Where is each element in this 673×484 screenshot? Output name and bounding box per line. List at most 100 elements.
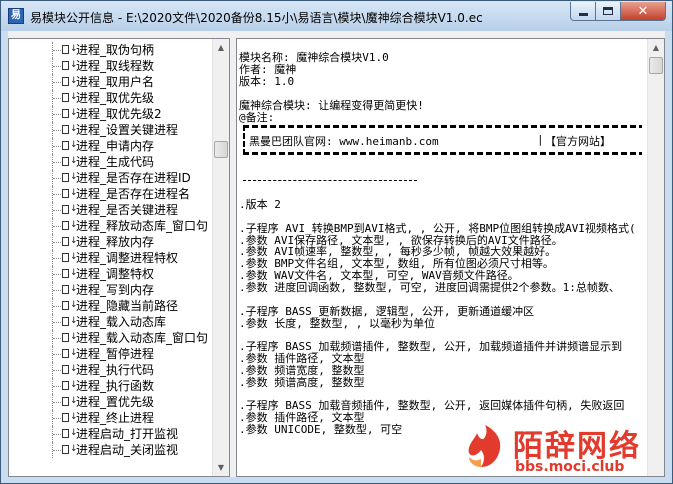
subroutine-icon: ↓ <box>62 364 78 375</box>
tree-item[interactable]: ↓ 进程_是否存在进程名 <box>9 186 212 202</box>
subroutine-icon: ↓ <box>62 108 78 119</box>
tree-item[interactable]: ↓ 进程_载入动态库_窗口句 <box>9 330 212 346</box>
tree-connector <box>53 146 61 147</box>
maximize-icon <box>603 7 613 15</box>
tree-item[interactable]: ↓ 进程_置优先级 <box>9 394 212 410</box>
app-icon: 易 <box>8 8 24 24</box>
tree-item-label: 进程_隐藏当前路径 <box>76 299 179 313</box>
tree-connector <box>53 98 61 99</box>
tree-item-label: 进程_执行函数 <box>76 379 155 393</box>
tree-item[interactable]: ↓ 进程_隐藏当前路径 <box>9 298 212 314</box>
tree-connector <box>53 450 61 451</box>
tree-connector <box>53 242 61 243</box>
tree-item[interactable]: ↓ 进程_执行代码 <box>9 362 212 378</box>
tree-item[interactable]: ↓ 进程启动_打开监视 <box>9 426 212 442</box>
subroutine-icon: ↓ <box>62 44 78 55</box>
tree-item-label: 进程_取线程数 <box>76 59 155 73</box>
tree-item[interactable]: ↓ 进程启动_关闭监视 <box>9 442 212 458</box>
tree-item[interactable]: ↓ 进程_执行函数 <box>9 378 212 394</box>
tree-item-label: 进程_生成代码 <box>76 155 155 169</box>
subroutine-icon: ↓ <box>62 348 78 359</box>
title-bar[interactable]: 易 易模块公开信息 - E:\2020文件\2020备份8.15小\易语言\模块… <box>1 1 672 31</box>
maximize-button[interactable] <box>596 2 621 21</box>
tree-item[interactable]: ↓ 进程_终止进程 <box>9 410 212 426</box>
tree-item[interactable]: ↓ 进程_是否关键进程 <box>9 202 212 218</box>
subroutine-icon: ↓ <box>62 252 78 263</box>
code-line: .参数 进度回调函数, 整数型, 可空, 进度回调需提供2个参数。1:总帧数、 <box>239 281 620 294</box>
minimize-button[interactable] <box>570 2 596 21</box>
subroutine-icon: ↓ <box>62 236 78 247</box>
tree-item[interactable]: ↓ 进程_申请内存 <box>9 138 212 154</box>
tree-item-label: 进程_取用户名 <box>76 75 155 89</box>
main-window: 易 易模块公开信息 - E:\2020文件\2020备份8.15小\易语言\模块… <box>0 0 673 484</box>
tree-connector <box>53 402 61 403</box>
tree-item[interactable]: ↓ 进程_暂停进程 <box>9 346 212 362</box>
tree-connector <box>53 194 61 195</box>
tree-item[interactable]: ↓ 进程_设置关键进程 <box>9 122 212 138</box>
tree-item[interactable]: ↓ 进程_取线程数 <box>9 58 212 74</box>
scroll-down-arrow-icon[interactable]: ▼ <box>213 459 229 476</box>
code-line: .参数 频谱高度, 整数型 <box>239 376 365 389</box>
subroutine-icon: ↓ <box>62 284 78 295</box>
doc-scrollbar[interactable]: ▲ <box>647 39 664 476</box>
subroutine-tree[interactable]: ↓ 进程_取伪句柄 ↓ 进程_取线程数 ↓ 进程_取用户名 ↓ 进程_取优先级 ↓ 进程_取优先级… <box>8 38 230 477</box>
tree-item[interactable]: ↓ 进程_取优先级 <box>9 90 212 106</box>
banner-separator: | <box>537 133 544 146</box>
tree-item-label: 进程_取伪句柄 <box>76 43 155 57</box>
tree-scroll-thumb[interactable] <box>214 141 228 158</box>
tree-item-label: 进程启动_打开监视 <box>76 427 179 441</box>
subroutine-icon: ↓ <box>62 380 78 391</box>
subroutine-icon: ↓ <box>62 268 78 279</box>
tree-item[interactable]: ↓ 进程_取伪句柄 <box>9 42 212 58</box>
subroutine-icon: ↓ <box>62 92 78 103</box>
tree-item[interactable]: ↓ 进程_载入动态库 <box>9 314 212 330</box>
banner-text: 黑曼巴团队官网: www.heimanb.com <box>249 135 439 148</box>
tree-item[interactable]: ↓ 进程_生成代码 <box>9 154 212 170</box>
tree-item[interactable]: ↓ 进程_释放动态库_窗口句 <box>9 218 212 234</box>
tree-item[interactable]: ↓ 进程_释放内存 <box>9 234 212 250</box>
tree-connector <box>53 434 61 435</box>
code-line: .参数 长度, 整数型, , 以毫秒为单位 <box>239 317 435 330</box>
tree-connector <box>53 258 61 259</box>
tree-item-label: 进程_调整进程特权 <box>76 251 179 265</box>
window-title: 易模块公开信息 - E:\2020文件\2020备份8.15小\易语言\模块\魔… <box>30 11 483 25</box>
tree-item[interactable]: ↓ 进程_写到内存 <box>9 282 212 298</box>
watermark-logo-icon <box>468 425 501 467</box>
tree-connector <box>53 210 61 211</box>
tree-item-label: 进程_终止进程 <box>76 411 155 425</box>
tree-item[interactable]: ↓ 进程_调整进程特权 <box>9 250 212 266</box>
subroutine-icon: ↓ <box>62 172 78 183</box>
watermark: 陌辞网络 bbs.moci.club <box>463 423 673 483</box>
scroll-up-arrow-icon[interactable]: ▲ <box>213 39 229 56</box>
module-info-text[interactable]: 黑曼巴团队官网: www.heimanb.com | 【官方网站】 模块名称: … <box>236 38 665 477</box>
tree-item-label: 进程_释放动态库_窗口句 <box>76 219 209 233</box>
divider-rule <box>243 180 417 181</box>
tree-item[interactable]: ↓ 进程_取优先级2 <box>9 106 212 122</box>
tree-connector <box>53 226 61 227</box>
watermark-url: bbs.moci.club <box>515 459 625 475</box>
tree-connector <box>53 370 61 371</box>
tree-item-label: 进程_取优先级2 <box>76 107 162 121</box>
tree-item[interactable]: ↓ 进程_取用户名 <box>9 74 212 90</box>
tree-item-label: 进程_取优先级 <box>76 91 155 105</box>
close-icon: ✕ <box>637 3 649 19</box>
subroutine-icon: ↓ <box>62 396 78 407</box>
subroutine-icon: ↓ <box>62 412 78 423</box>
banner-box-edge <box>243 125 245 155</box>
subroutine-icon: ↓ <box>62 300 78 311</box>
code-line: .版本 2 <box>239 198 281 211</box>
official-site-link[interactable]: 【官方网站】 <box>545 133 611 149</box>
tree-item-label: 进程启动_关闭监视 <box>76 443 179 457</box>
tree-scrollbar[interactable]: ▲ ▼ <box>212 39 229 476</box>
close-button[interactable]: ✕ <box>621 2 666 21</box>
tree-connector <box>53 162 61 163</box>
scroll-up-arrow-icon[interactable]: ▲ <box>648 39 664 56</box>
tree-item[interactable]: ↓ 进程_是否存在进程ID <box>9 170 212 186</box>
doc-scroll-thumb[interactable] <box>649 57 663 74</box>
tree-item[interactable]: ↓ 进程_调整特权 <box>9 266 212 282</box>
subroutine-icon: ↓ <box>62 156 78 167</box>
subroutine-icon: ↓ <box>62 188 78 199</box>
tree-connector <box>53 178 61 179</box>
tree-connector <box>53 290 61 291</box>
client-area: ↓ 进程_取伪句柄 ↓ 进程_取线程数 ↓ 进程_取用户名 ↓ 进程_取优先级 ↓ 进程_取优先级… <box>8 31 665 477</box>
